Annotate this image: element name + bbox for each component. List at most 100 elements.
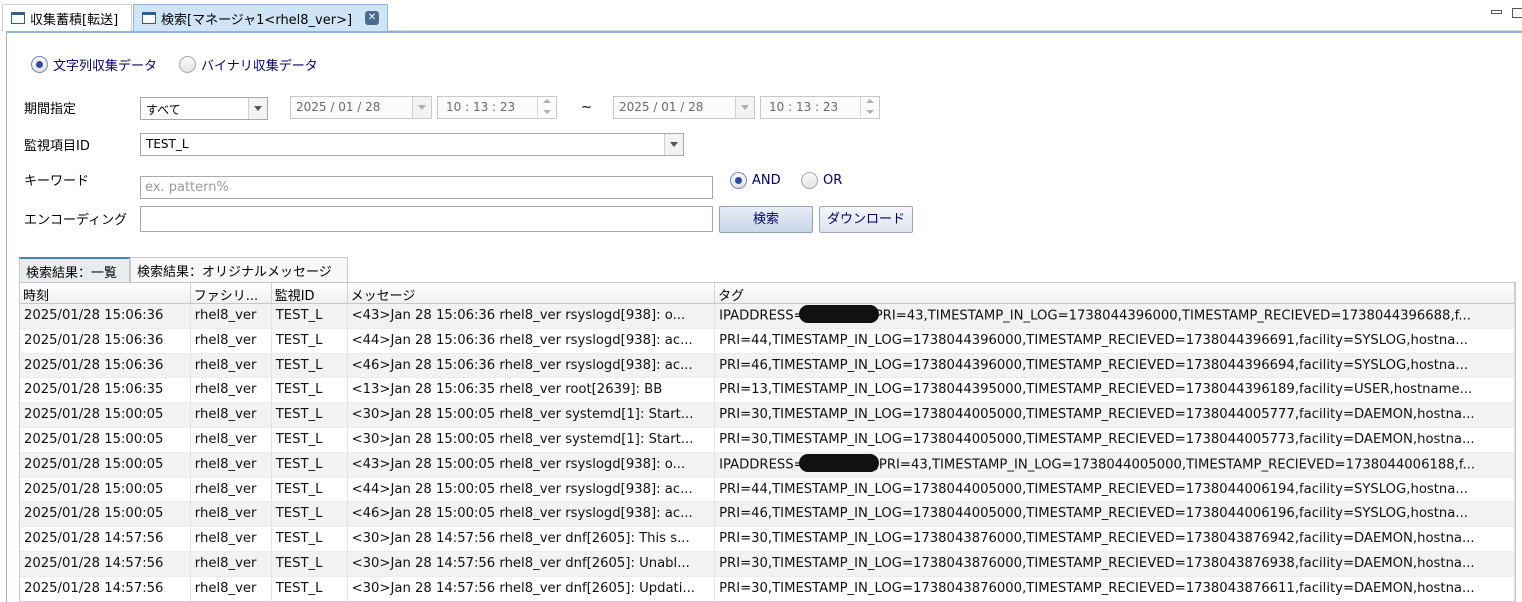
tag-text: PRI=13,TIMESTAMP_IN_LOG=1738044395000,TI… [719, 382, 1473, 398]
chevron-down-icon[interactable] [248, 98, 267, 119]
cell-tag: PRI=30,TIMESTAMP_IN_LOG=1738043876000,TI… [715, 551, 1515, 576]
cell-facility: rhel8_ver [191, 527, 272, 551]
cell-message: <30>Jan 28 15:00:05 rhel8_ver systemd[1]… [348, 403, 716, 427]
period-mode-select[interactable]: すべて [140, 97, 268, 120]
cell-tag: PRI=30,TIMESTAMP_IN_LOG=1738043876000,TI… [715, 576, 1515, 601]
cell-monitor-id: TEST_L [272, 576, 348, 601]
maximize-icon[interactable] [1512, 8, 1522, 18]
table-row[interactable]: 2025/01/28 14:57:56 rhel8_ver TEST_L <30>Ja… [20, 551, 1515, 577]
chevron-down-icon[interactable] [664, 134, 683, 155]
spin-down-icon[interactable] [860, 107, 879, 117]
chevron-down-icon[interactable] [735, 97, 754, 118]
chevron-down-icon[interactable] [412, 97, 431, 118]
from-time-spinner[interactable]: 10 : 13 : 23 [437, 96, 557, 119]
period-label: 期間指定 [24, 102, 77, 117]
monitor-id-select[interactable]: TEST_L [140, 133, 684, 156]
tag-text: PRI=30,TIMESTAMP_IN_LOG=1738043876000,TI… [719, 531, 1475, 547]
cell-tag: PRI=46,TIMESTAMP_IN_LOG=1738044396000,TI… [715, 353, 1515, 378]
close-icon[interactable]: ✕ [365, 11, 379, 25]
cell-tag: PRI=46,TIMESTAMP_IN_LOG=1738044005000,TI… [715, 502, 1515, 527]
table-row[interactable]: 2025/01/28 15:06:36 rhel8_ver TEST_L <44>Ja… [20, 328, 1515, 354]
cell-time: 2025/01/28 14:57:56 [20, 551, 191, 576]
table-row[interactable]: 2025/01/28 14:57:56 rhel8_ver TEST_L <30>Ja… [20, 576, 1515, 601]
table-row[interactable]: 2025/01/28 14:57:56 rhel8_ver TEST_L <30>Ja… [20, 527, 1515, 552]
window-icon [142, 12, 156, 24]
minimize-icon[interactable] [1491, 10, 1502, 14]
radio-button[interactable] [31, 56, 48, 73]
tab-result-original[interactable]: 検索結果：オリジナルメッセージ [130, 257, 348, 282]
table-row[interactable]: 2025/01/28 15:00:05 rhel8_ver TEST_L <46>Ja… [20, 502, 1515, 528]
cell-time: 2025/01/28 15:06:36 [20, 353, 191, 378]
search-button[interactable]: 検索 [719, 206, 813, 233]
editor-tab-bar: 収集蓄積[転送] 検索[マネージャ1<rhel8_ver>] ✕ [0, 0, 1522, 31]
column-header-monitor-id[interactable]: 監視ID [272, 283, 348, 303]
radio-label: バイナリ収集データ [201, 59, 318, 74]
table-row[interactable]: 2025/01/28 15:06:35 rhel8_ver TEST_L <13>Ja… [20, 378, 1515, 404]
to-date-picker[interactable]: 2025 / 01 / 28 [613, 96, 755, 119]
cell-message: <46>Jan 28 15:06:36 rhel8_ver rsyslogd[9… [348, 353, 716, 378]
tag-text: PRI=46,TIMESTAMP_IN_LOG=1738044396000,TI… [719, 357, 1468, 373]
cell-facility: rhel8_ver [191, 304, 272, 328]
table-row[interactable]: 2025/01/28 15:00:05 rhel8_ver TEST_L <30>Ja… [20, 427, 1515, 453]
from-date-picker[interactable]: 2025 / 01 / 28 [290, 96, 432, 119]
from-time-value: 10 : 13 : 23 [446, 100, 516, 114]
table-row[interactable]: 2025/01/28 15:06:36 rhel8_ver TEST_L <43>Ja… [20, 304, 1515, 329]
tab-collect-storage[interactable]: 収集蓄積[転送] [2, 4, 132, 31]
download-button[interactable]: ダウンロード [819, 206, 913, 233]
window-icon [11, 12, 25, 24]
cell-tag: PRI=30,TIMESTAMP_IN_LOG=1738043876000,TI… [715, 527, 1515, 551]
spin-up-icon[interactable] [860, 97, 879, 107]
radio-binary-data[interactable]: バイナリ収集データ [179, 55, 318, 74]
period-mode-value: すべて [146, 103, 181, 117]
cell-tag: IPADDRESS= ,PRI=43,TIMESTAMP_IN_LOG=17380… [715, 452, 1515, 477]
tag-text: PRI=30,TIMESTAMP_IN_LOG=1738043876000,TI… [719, 580, 1475, 596]
cell-message: <46>Jan 28 15:00:05 rhel8_ver rsyslogd[9… [348, 502, 716, 527]
cell-monitor-id: TEST_L [272, 328, 348, 353]
tab-search[interactable]: 検索[マネージャ1<rhel8_ver>] ✕ [133, 4, 388, 31]
cell-monitor-id: TEST_L [272, 477, 348, 502]
spin-down-icon[interactable] [537, 107, 556, 117]
table-row[interactable]: 2025/01/28 15:00:05 rhel8_ver TEST_L <43>Ja… [20, 452, 1515, 478]
column-header-time[interactable]: 時刻 [20, 283, 191, 303]
column-header-facility[interactable]: ファシリ... [191, 283, 272, 303]
radio-and[interactable]: AND [730, 172, 781, 189]
tag-text: PRI=30,TIMESTAMP_IN_LOG=1738044005000,TI… [719, 431, 1475, 447]
cell-monitor-id: TEST_L [272, 502, 348, 527]
table-row[interactable]: 2025/01/28 15:00:05 rhel8_ver TEST_L <30>Ja… [20, 403, 1515, 428]
cell-facility: rhel8_ver [191, 328, 272, 353]
radio-button[interactable] [730, 172, 747, 189]
column-header-message[interactable]: メッセージ [348, 283, 716, 303]
cell-message: <43>Jan 28 15:06:36 rhel8_ver rsyslogd[9… [348, 304, 716, 328]
table-row[interactable]: 2025/01/28 15:00:05 rhel8_ver TEST_L <44>Ja… [20, 477, 1515, 503]
cell-time: 2025/01/28 15:00:05 [20, 452, 191, 477]
cell-tag: PRI=30,TIMESTAMP_IN_LOG=1738044005000,TI… [715, 403, 1515, 427]
cell-tag: PRI=44,TIMESTAMP_IN_LOG=1738044396000,TI… [715, 328, 1515, 353]
tab-label: 収集蓄積[転送] [30, 12, 119, 28]
spin-up-icon[interactable] [537, 97, 556, 107]
table-row[interactable]: 2025/01/28 15:06:36 rhel8_ver TEST_L <46>Ja… [20, 353, 1515, 379]
tag-prefix: IPADDRESS= [719, 308, 805, 324]
cell-facility: rhel8_ver [191, 576, 272, 601]
cell-facility: rhel8_ver [191, 353, 272, 378]
to-date-value: 2025 / 01 / 28 [619, 100, 704, 114]
radio-button[interactable] [179, 56, 196, 73]
radio-string-data[interactable]: 文字列収集データ [31, 55, 157, 74]
radio-button[interactable] [801, 172, 818, 189]
column-header-tag[interactable]: タグ [715, 283, 1515, 303]
cell-time: 2025/01/28 14:57:56 [20, 527, 191, 551]
to-time-spinner[interactable]: 10 : 13 : 23 [760, 96, 880, 119]
keyword-input[interactable] [140, 176, 713, 199]
radio-or[interactable]: OR [801, 172, 842, 189]
cell-message: <30>Jan 28 15:00:05 rhel8_ver systemd[1]… [348, 427, 716, 452]
tag-text: PRI=30,TIMESTAMP_IN_LOG=1738044005000,TI… [719, 407, 1475, 423]
encoding-input[interactable] [140, 206, 713, 232]
cell-message: <13>Jan 28 15:06:35 rhel8_ver root[2639]… [348, 378, 716, 403]
redacted-block [798, 305, 879, 323]
cell-message: <44>Jan 28 15:06:36 rhel8_ver rsyslogd[9… [348, 328, 716, 353]
results-table: 時刻 ファシリ... 監視ID メッセージ タグ 2025/01/28 15:0… [19, 282, 1516, 602]
cell-facility: rhel8_ver [191, 477, 272, 502]
tag-text: ,PRI=43,TIMESTAMP_IN_LOG=1738044005000,T… [874, 457, 1476, 473]
cell-facility: rhel8_ver [191, 378, 272, 403]
tab-result-list[interactable]: 検索結果：一覧 [19, 257, 130, 282]
tag-text: PRI=30,TIMESTAMP_IN_LOG=1738043876000,TI… [719, 555, 1475, 571]
